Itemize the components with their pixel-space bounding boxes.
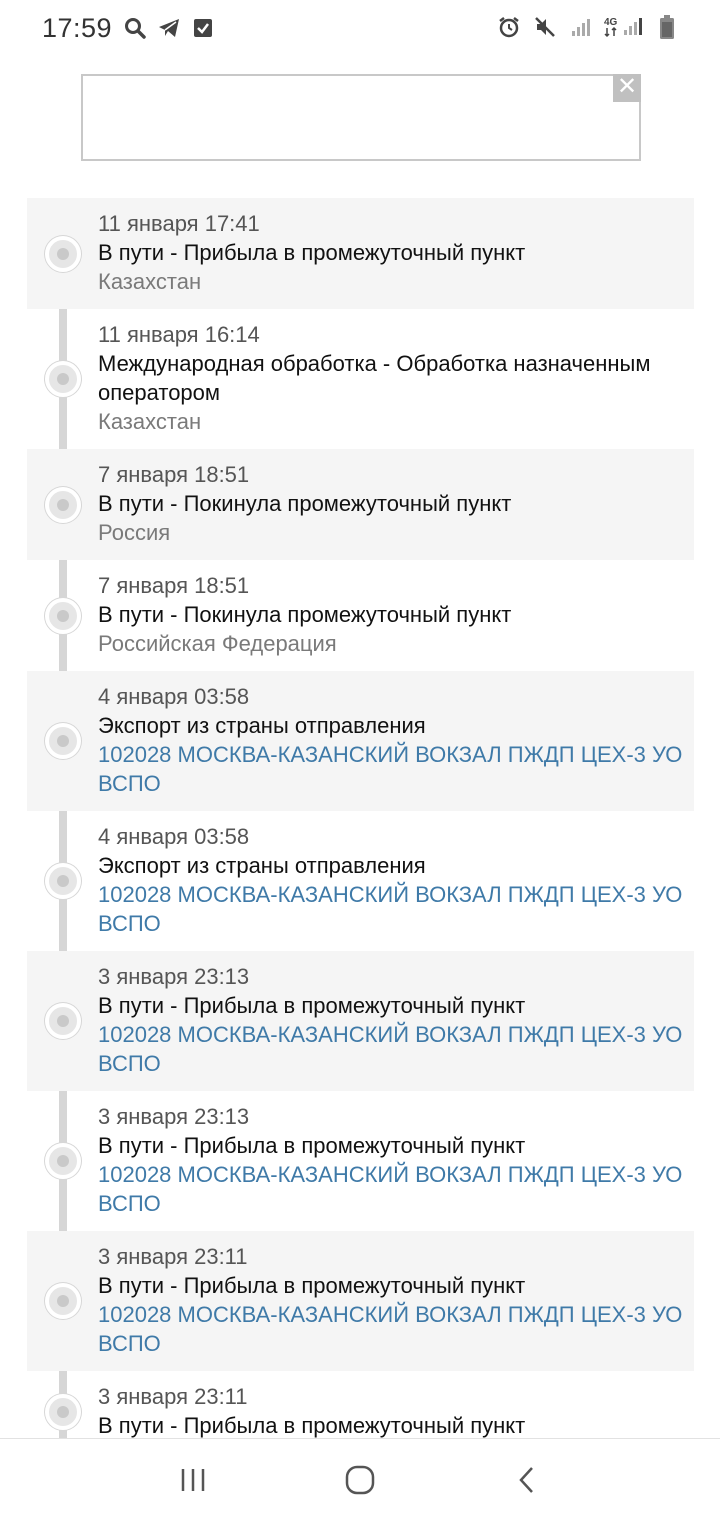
event-office-link[interactable]: 102028 МОСКВА-КАЗАНСКИЙ ВОКЗАЛ ПЖДП ЦЕХ-… <box>98 1020 684 1078</box>
event-location: Казахстан <box>98 409 202 434</box>
signal-icon <box>568 14 594 40</box>
event-status: В пути - Прибыла в промежуточный пункт <box>98 240 526 265</box>
ad-banner: ✕ <box>81 74 641 161</box>
recent-apps-icon[interactable] <box>168 1455 218 1505</box>
event-status: В пути - Прибыла в промежуточный пункт <box>98 993 526 1018</box>
event-office-link[interactable]: 102028 МОСКВА-КАЗАНСКИЙ ВОКЗАЛ ПЖДП ЦЕХ-… <box>98 740 684 798</box>
event-location: Казахстан <box>98 269 202 294</box>
event-date: 7 января 18:51 <box>98 573 250 598</box>
event-date: 3 января 23:11 <box>98 1384 248 1409</box>
close-icon[interactable]: ✕ <box>613 74 641 102</box>
timeline-event: 7 января 18:51 В пути - Покинула промежут… <box>27 449 694 560</box>
timeline-event: 11 января 16:14 Международная обработка -… <box>27 309 694 449</box>
event-status: В пути - Покинула промежуточный пункт <box>98 491 512 516</box>
event-status: В пути - Прибыла в промежуточный пункт <box>98 1133 526 1158</box>
svg-text:4G: 4G <box>604 17 618 28</box>
tracking-timeline: 11 января 17:41 В пути - Прибыла в промеж… <box>27 198 694 1438</box>
timeline-dot-icon <box>45 597 81 634</box>
timeline-dot-icon <box>45 361 81 397</box>
timeline-dot-icon <box>45 486 81 523</box>
timeline-dot-icon <box>45 1003 81 1039</box>
event-date: 7 января 18:51 <box>98 462 250 487</box>
timeline-event: 3 января 23:11 В пути - Прибыла в промежу… <box>27 1371 694 1438</box>
event-status: В пути - Покинула промежуточный пункт <box>98 602 512 627</box>
event-date: 3 января 23:13 <box>98 1104 250 1129</box>
timeline-dot-icon <box>45 1143 81 1179</box>
timeline-event: 3 января 23:13 В пути - Прибыла в промежу… <box>27 1091 694 1231</box>
status-time: 17:59 <box>42 12 113 43</box>
timeline-event: 3 января 23:11 В пути - Прибыла в промежу… <box>27 1231 694 1371</box>
timeline-event: 4 января 03:58 Экспорт из страны отправле… <box>27 671 694 811</box>
timeline-dot-icon <box>45 863 81 899</box>
timeline-event: 11 января 17:41 В пути - Прибыла в промеж… <box>27 198 694 309</box>
event-location: Российская Федерация <box>98 631 337 656</box>
signal-4g-icon: 4G <box>604 14 644 40</box>
event-status: Экспорт из страны отправления <box>98 713 426 738</box>
event-date: 11 января 16:14 <box>98 322 260 347</box>
checkbox-icon <box>190 15 216 41</box>
event-status: Международная обработка - Обработка назн… <box>98 351 651 405</box>
battery-icon <box>654 14 680 40</box>
event-office-link[interactable]: 102028 МОСКВА-КАЗАНСКИЙ ВОКЗАЛ ПЖДП ЦЕХ-… <box>98 1300 684 1358</box>
timeline-dot-icon <box>45 1283 81 1319</box>
timeline-dot-icon <box>45 723 81 759</box>
event-date: 3 января 23:11 <box>98 1244 248 1269</box>
event-location: Россия <box>98 520 171 545</box>
event-date: 3 января 23:13 <box>98 964 250 989</box>
timeline-event: 7 января 18:51 В пути - Покинула промежут… <box>27 560 694 671</box>
event-office-link[interactable]: 102028 МОСКВА-КАЗАНСКИЙ ВОКЗАЛ ПЖДП ЦЕХ-… <box>98 880 684 938</box>
status-bar: 17:59 4G <box>0 0 720 56</box>
event-date: 4 января 03:58 <box>98 684 250 709</box>
timeline-event: 4 января 03:58 Экспорт из страны отправле… <box>27 811 694 951</box>
event-status: Экспорт из страны отправления <box>98 853 426 878</box>
timeline-event: 3 января 23:13 В пути - Прибыла в промежу… <box>27 951 694 1091</box>
home-icon[interactable] <box>335 1455 385 1505</box>
search-icon <box>122 15 148 41</box>
event-office-link[interactable]: 102028 МОСКВА-КАЗАНСКИЙ ВОКЗАЛ ПЖДП ЦЕХ-… <box>98 1160 684 1218</box>
event-status: В пути - Прибыла в промежуточный пункт <box>98 1413 526 1438</box>
timeline-dot-icon <box>45 235 81 272</box>
navigation-bar <box>0 1438 720 1520</box>
mute-icon <box>532 14 558 40</box>
event-date: 11 января 17:41 <box>98 211 260 236</box>
telegram-icon <box>156 15 182 41</box>
timeline-dot-icon <box>45 1394 81 1430</box>
event-date: 4 января 03:58 <box>98 824 250 849</box>
event-status: В пути - Прибыла в промежуточный пункт <box>98 1273 526 1298</box>
alarm-icon <box>496 14 522 40</box>
back-icon[interactable] <box>502 1455 552 1505</box>
